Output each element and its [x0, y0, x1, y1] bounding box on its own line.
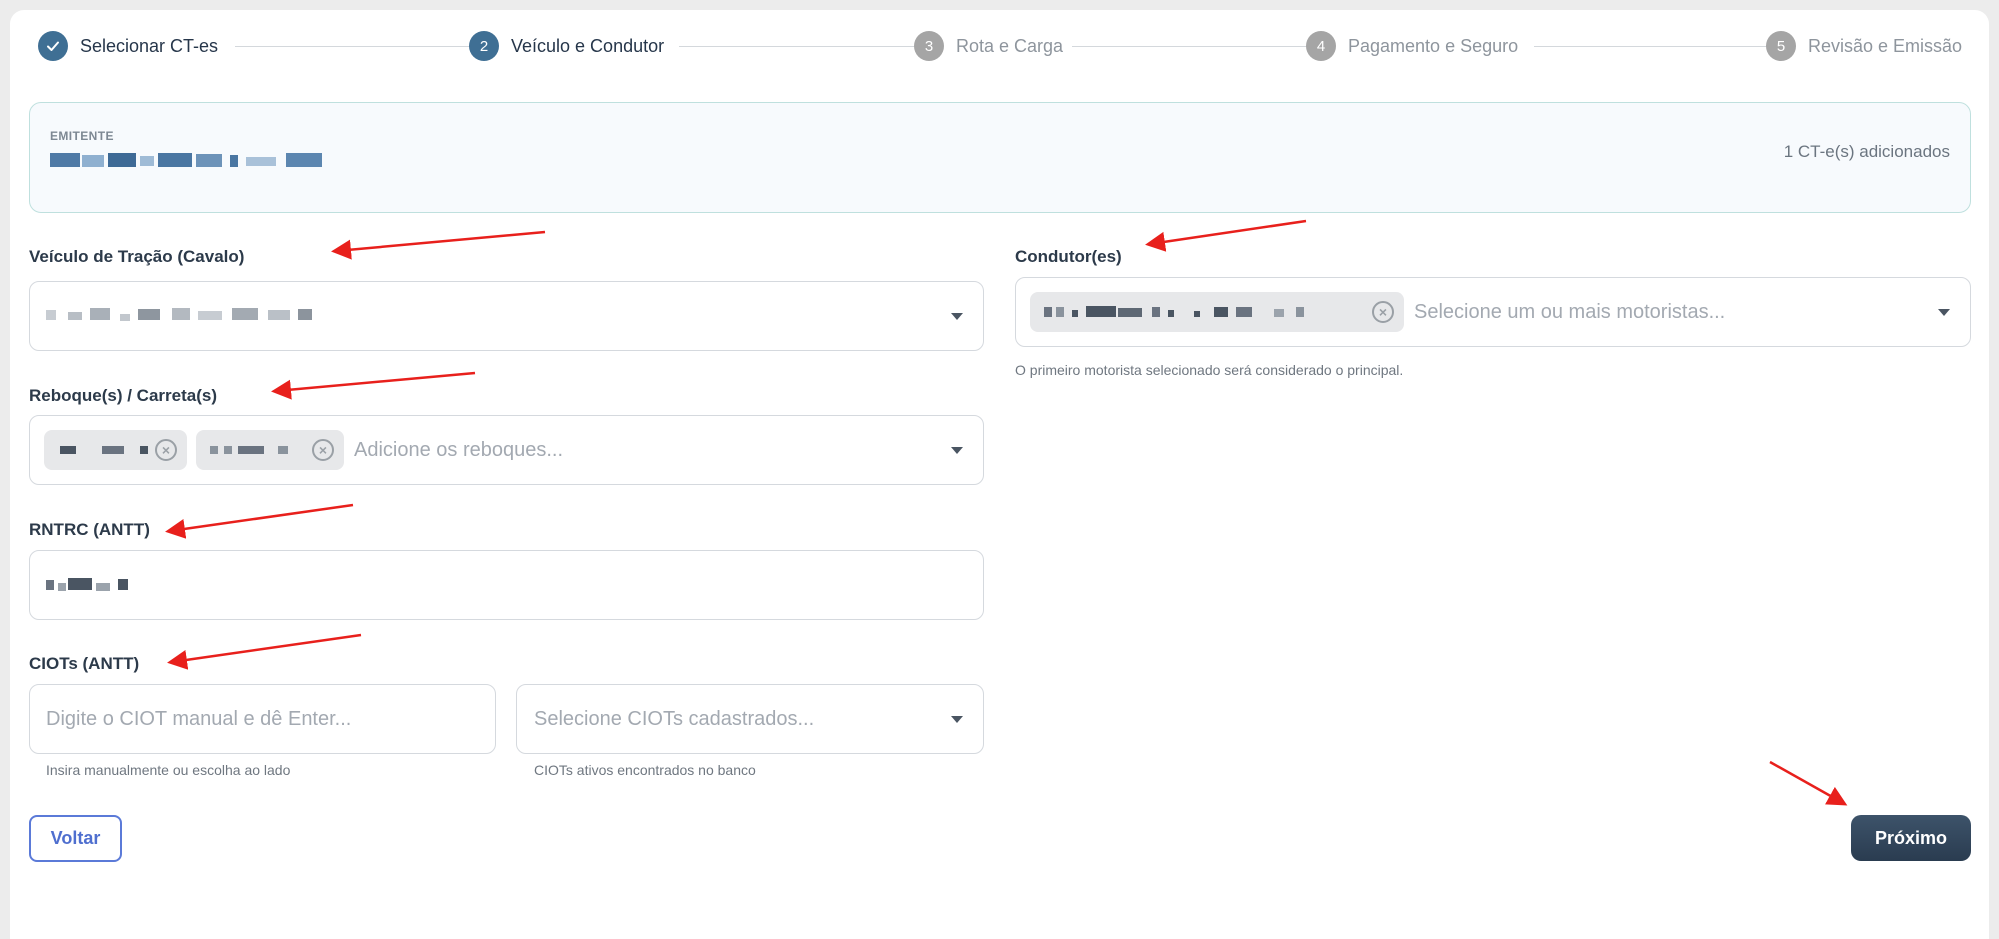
stepper: Selecionar CT-es 2 Veículo e Condutor 3 …	[38, 31, 1962, 61]
ciot-manual-placeholder: Digite o CIOT manual e dê Enter...	[46, 708, 352, 730]
trailers-placeholder: Adicione os reboques...	[354, 439, 564, 461]
step-number: 3	[914, 31, 944, 61]
trailer-chip-value-redacted	[60, 444, 150, 456]
step-connector	[235, 46, 497, 47]
step-label: Revisão e Emissão	[1808, 35, 1963, 56]
driver-chip: ×	[1030, 292, 1404, 332]
ciot-select-help: CIOTs ativos encontrados no banco	[534, 762, 756, 778]
trailer-chip: ×	[44, 430, 187, 470]
step-select-ctes[interactable]: Selecionar CT-es	[38, 31, 218, 61]
chevron-down-icon[interactable]	[1938, 309, 1950, 316]
step-review-issue[interactable]: 5 Revisão e Emissão	[1766, 31, 1962, 61]
step-number: 2	[469, 31, 499, 61]
step-connector	[1534, 46, 1796, 47]
remove-chip-icon[interactable]: ×	[312, 439, 334, 461]
step-number: 4	[1306, 31, 1336, 61]
step-vehicle-driver[interactable]: 2 Veículo e Condutor	[469, 31, 664, 61]
drivers-select[interactable]: × Selecione um ou mais motoristas...	[1015, 277, 1971, 347]
next-button[interactable]: Próximo	[1851, 815, 1971, 861]
cte-count: 1 CT-e(s) adicionados	[1783, 142, 1950, 161]
step-label: Veículo e Condutor	[511, 35, 665, 56]
vehicle-label: Veículo de Tração (Cavalo)	[29, 247, 245, 266]
chevron-down-icon[interactable]	[951, 716, 963, 723]
drivers-help: O primeiro motorista selecionado será co…	[1015, 362, 1404, 378]
emitter-panel: EMITENTE 1 CT-e(s) adicionados	[29, 102, 1971, 213]
vehicle-value-redacted	[46, 306, 356, 326]
emitter-name-redacted	[50, 151, 340, 171]
step-number: 5	[1766, 31, 1796, 61]
ciot-manual-help: Insira manualmente ou escolha ao lado	[46, 762, 291, 778]
step-connector	[679, 46, 942, 47]
trailer-chip: ×	[196, 430, 344, 470]
rntrc-input[interactable]	[29, 550, 984, 620]
check-icon	[38, 31, 68, 61]
step-payment-insurance[interactable]: 4 Pagamento e Seguro	[1306, 31, 1518, 61]
step-label: Selecionar CT-es	[80, 35, 219, 56]
drivers-placeholder: Selecione um ou mais motoristas...	[1414, 301, 1726, 323]
ciot-select-placeholder: Selecione CIOTs cadastrados...	[534, 708, 815, 730]
trailers-label: Reboque(s) / Carreta(s)	[29, 386, 217, 405]
step-route-cargo[interactable]: 3 Rota e Carga	[914, 31, 1063, 61]
step-label: Rota e Carga	[956, 35, 1064, 56]
step-connector	[1072, 46, 1334, 47]
remove-chip-icon[interactable]: ×	[1372, 301, 1394, 323]
remove-chip-icon[interactable]: ×	[155, 439, 177, 461]
chevron-down-icon[interactable]	[951, 313, 963, 320]
ciot-manual-input[interactable]: Digite o CIOT manual e dê Enter...	[29, 684, 496, 754]
drivers-label: Condutor(es)	[1015, 247, 1122, 266]
step-label: Pagamento e Seguro	[1348, 35, 1519, 56]
emitter-label: EMITENTE	[50, 129, 114, 143]
trailers-select[interactable]: × × Adicione os reboques...	[29, 415, 984, 485]
ciots-label: CIOTs (ANTT)	[29, 654, 140, 673]
driver-chip-value-redacted	[1044, 305, 1364, 319]
ciot-select[interactable]: Selecione CIOTs cadastrados...	[516, 684, 984, 754]
rntrc-value-redacted	[46, 577, 146, 593]
chevron-down-icon[interactable]	[951, 447, 963, 454]
vehicle-select[interactable]	[29, 281, 984, 351]
rntrc-label: RNTRC (ANTT)	[29, 520, 150, 539]
trailer-chip-value-redacted	[210, 444, 306, 456]
back-button[interactable]: Voltar	[29, 815, 122, 862]
